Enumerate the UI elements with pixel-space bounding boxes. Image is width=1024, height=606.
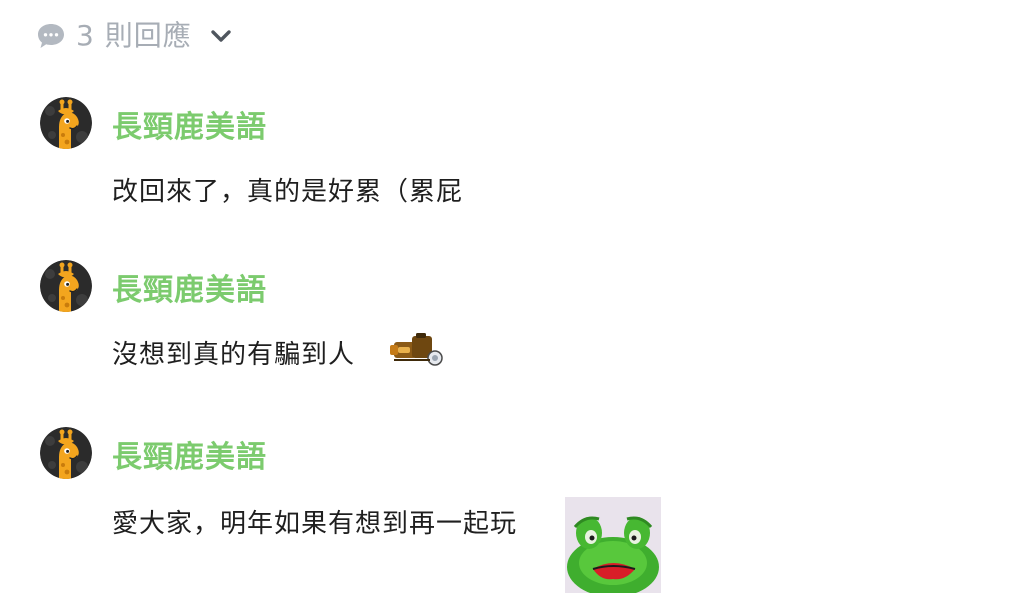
replies-toggle[interactable]: 3 則回應 <box>36 14 234 58</box>
comment-thread: 3 則回應 長頸鹿美語 改回來了，真的是好累（累屁 長頸鹿美語 沒想到真的有騙到… <box>0 0 1024 606</box>
chevron-down-icon <box>211 30 231 42</box>
comment-text: 改回來了，真的是好累（累屁 <box>112 177 464 207</box>
comment-text: 愛大家，明年如果有想到再一起玩 <box>112 509 518 539</box>
comment-bubble-icon <box>38 24 64 48</box>
giraffe-avatar-icon[interactable] <box>40 97 92 149</box>
comment-author[interactable]: 長頸鹿美語 <box>112 432 267 476</box>
giraffe-avatar-icon[interactable] <box>40 260 92 312</box>
kermit-frog-sticker-icon[interactable] <box>565 497 661 593</box>
comment-author[interactable]: 長頸鹿美語 <box>112 265 267 309</box>
comment-author[interactable]: 長頸鹿美語 <box>112 102 267 146</box>
comment-text: 沒想到真的有騙到人 <box>112 340 356 370</box>
giraffe-avatar-icon[interactable] <box>40 427 92 479</box>
trophy-camera-emoji-icon <box>390 333 443 366</box>
replies-count-label: 3 則回應 <box>76 19 192 52</box>
